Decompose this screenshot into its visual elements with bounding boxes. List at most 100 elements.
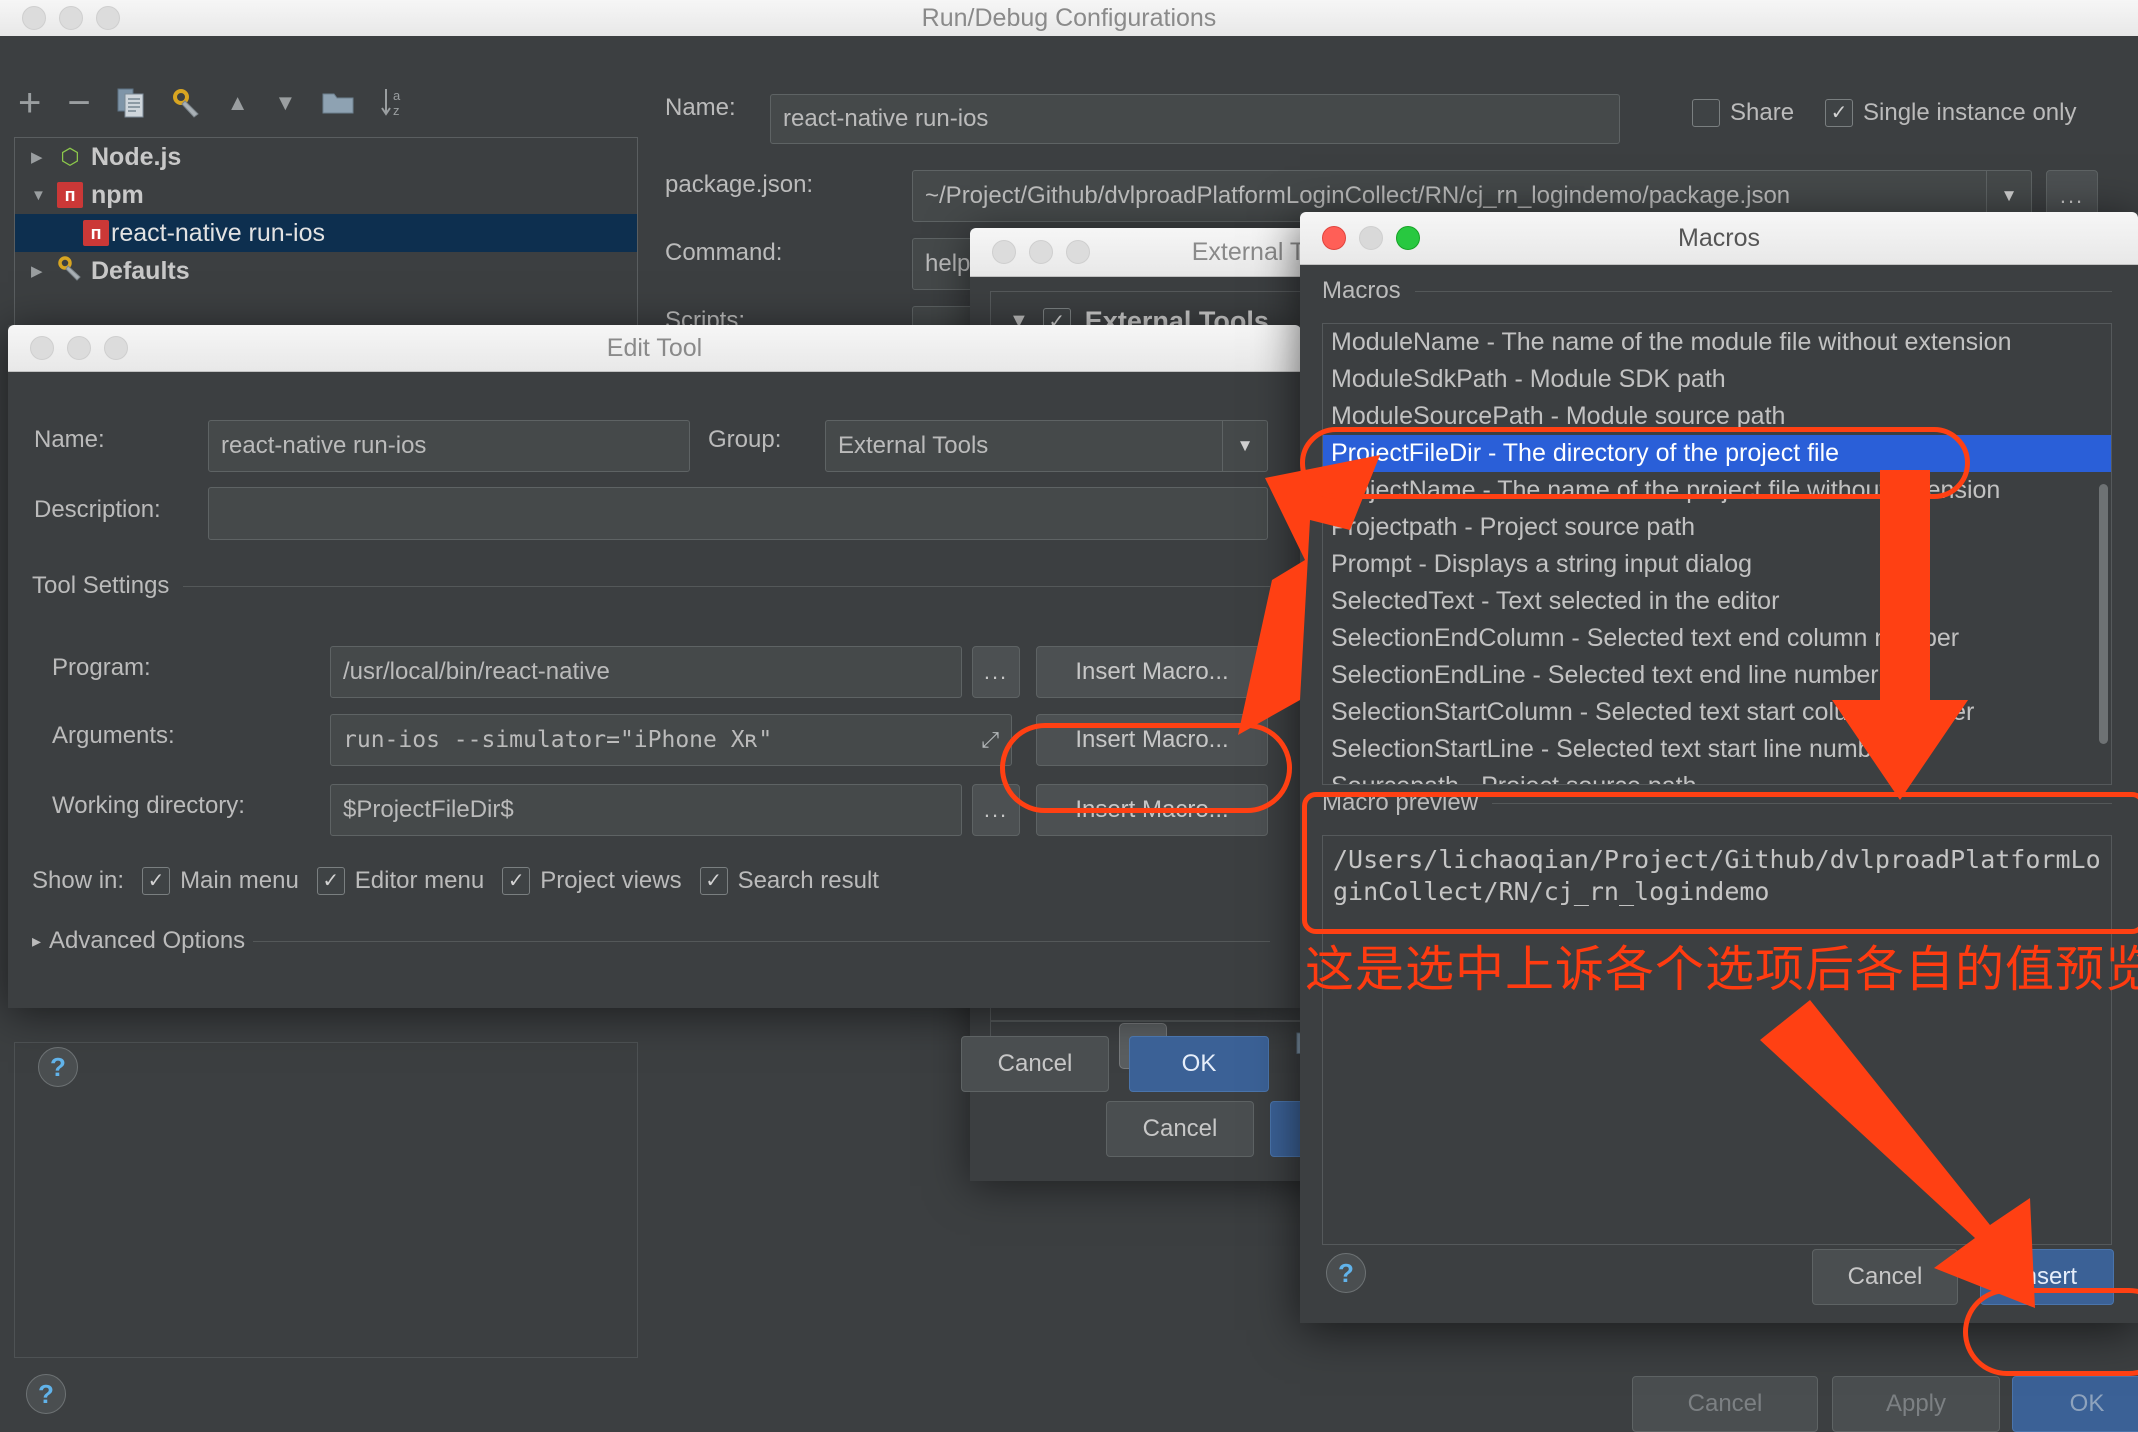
list-item[interactable]: SelectionEndLine - Selected text end lin… xyxy=(1323,657,2111,694)
edit-tool-group-combo[interactable]: External Tools ▼ xyxy=(825,420,1268,472)
maximize-icon[interactable] xyxy=(1396,226,1420,250)
checkbox-box[interactable]: ✓ xyxy=(1825,99,1853,127)
help-button[interactable]: ? xyxy=(26,1374,66,1414)
checkbox-box[interactable]: ✓ xyxy=(142,867,171,895)
sort-alphabetically-icon[interactable]: az xyxy=(380,87,410,119)
annotation-note-text: 这是选中上诉各个选项后各自的值预览 xyxy=(1305,941,2138,998)
chevron-down-icon[interactable]: ▼ xyxy=(31,187,49,204)
macros-list-scrollbar[interactable] xyxy=(2099,484,2108,744)
annotation-circle-projectfiledir xyxy=(1300,427,1970,499)
window-traffic-lights[interactable] xyxy=(8,336,128,360)
program-browse-button[interactable]: ... xyxy=(972,646,1020,698)
packagejson-label: package.json: xyxy=(665,171,814,198)
show-in-option-label: Main menu xyxy=(180,867,299,894)
section-divider xyxy=(1414,290,2112,292)
add-icon[interactable]: + xyxy=(18,81,41,126)
annotation-circle-insert-macro xyxy=(1000,723,1292,813)
checkbox-box[interactable]: ✓ xyxy=(699,867,728,895)
tree-item-npm[interactable]: ▼ п npm xyxy=(15,176,637,214)
edit-templates-icon[interactable] xyxy=(171,88,201,118)
edit-tool-cancel-button[interactable]: Cancel xyxy=(961,1036,1109,1092)
minimize-icon[interactable] xyxy=(67,336,91,360)
list-item[interactable]: SelectionStartColumn - Selected text sta… xyxy=(1323,694,2111,731)
cancel-button[interactable]: Cancel xyxy=(1632,1376,1818,1432)
list-item[interactable]: Prompt - Displays a string input dialog xyxy=(1323,546,2111,583)
packagejson-input[interactable]: ~/Project/Github/dvlproadPlatformLoginCo… xyxy=(913,182,1986,210)
svg-text:z: z xyxy=(393,103,400,118)
edit-tool-help-button[interactable]: ? xyxy=(38,1047,78,1087)
macros-list[interactable]: ModuleName - The name of the module file… xyxy=(1322,323,2112,785)
external-tools-cancel-button[interactable]: Cancel xyxy=(1106,1101,1254,1157)
checkbox-box[interactable]: ✓ xyxy=(316,867,345,895)
move-down-icon[interactable]: ▼ xyxy=(275,90,297,116)
edit-tool-group-label: Group: xyxy=(708,426,782,453)
list-item[interactable]: ModuleName - The name of the module file… xyxy=(1323,324,2111,361)
minimize-icon[interactable] xyxy=(59,6,83,30)
remove-icon[interactable]: − xyxy=(67,81,90,126)
tree-item-nodejs[interactable]: ▶ ⬡ Node.js xyxy=(15,138,637,176)
list-item[interactable]: SelectionStartLine - Selected text start… xyxy=(1323,731,2111,768)
close-icon[interactable] xyxy=(22,6,46,30)
program-insert-macro-button[interactable]: Insert Macro... xyxy=(1036,646,1268,698)
edit-tool-group-value[interactable]: External Tools xyxy=(826,432,1222,460)
page-title: Run/Debug Configurations xyxy=(921,3,1217,32)
arguments-input[interactable]: run-ios --simulator="iPhone Xʀ" ⤢ xyxy=(330,714,1012,766)
chevron-right-icon[interactable]: ▸ xyxy=(32,931,41,952)
name-input[interactable]: react-native run-ios xyxy=(770,94,1620,144)
window-traffic-lights[interactable] xyxy=(970,240,1090,264)
edit-tool-description-label: Description: xyxy=(34,496,161,523)
show-in-search-result-checkbox[interactable]: ✓ Search result xyxy=(699,867,879,895)
close-icon[interactable] xyxy=(1322,226,1346,250)
close-icon[interactable] xyxy=(992,240,1016,264)
show-in-editor-menu-checkbox[interactable]: ✓ Editor menu xyxy=(316,867,484,895)
macros-help-button[interactable]: ? xyxy=(1326,1253,1366,1293)
checkbox-box[interactable] xyxy=(1692,99,1720,127)
list-item[interactable]: SelectedText - Text selected in the edit… xyxy=(1323,583,2111,620)
working-directory-input[interactable]: $ProjectFileDir$ xyxy=(330,784,962,836)
arguments-value: run-ios --simulator="iPhone Xʀ" xyxy=(343,727,773,753)
chevron-right-icon[interactable]: ▶ xyxy=(31,262,49,280)
edit-tool-description-input[interactable] xyxy=(208,487,1268,540)
minimize-icon[interactable] xyxy=(1359,226,1383,250)
show-in-main-menu-checkbox[interactable]: ✓ Main menu xyxy=(142,867,299,895)
edit-tool-dialog: Edit Tool Name: react-native run-ios Gro… xyxy=(8,325,1301,1092)
program-input[interactable]: /usr/local/bin/react-native xyxy=(330,646,962,698)
list-item[interactable]: SelectionEndColumn - Selected text end c… xyxy=(1323,620,2111,657)
tree-item-label: Node.js xyxy=(91,142,182,171)
list-item[interactable]: Sourcepath - Project source path xyxy=(1323,768,2111,784)
move-up-icon[interactable]: ▲ xyxy=(227,90,249,116)
apply-button[interactable]: Apply xyxy=(1832,1376,2000,1432)
list-item[interactable]: ModuleSdkPath - Module SDK path xyxy=(1323,361,2111,398)
minimize-icon[interactable] xyxy=(1029,240,1053,264)
edit-tool-name-input[interactable]: react-native run-ios xyxy=(208,420,690,472)
maximize-icon[interactable] xyxy=(96,6,120,30)
config-toolbar[interactable]: + − ▲ ▼ az xyxy=(18,78,438,128)
share-checkbox[interactable]: Share xyxy=(1692,99,1794,127)
configurations-tree-lower-panel xyxy=(14,1042,638,1358)
show-in-option-label: Search result xyxy=(737,867,879,894)
list-item[interactable]: Projectpath - Project source path xyxy=(1323,509,2111,546)
show-in-project-views-checkbox[interactable]: ✓ Project views xyxy=(502,867,682,895)
tree-item-react-native-run-ios[interactable]: п react-native run-ios xyxy=(15,214,637,252)
macros-cancel-button[interactable]: Cancel xyxy=(1812,1249,1958,1305)
checkbox-box[interactable]: ✓ xyxy=(502,867,531,895)
window-traffic-lights[interactable] xyxy=(0,6,120,30)
maximize-icon[interactable] xyxy=(1066,240,1090,264)
window-traffic-lights[interactable] xyxy=(1300,226,1420,250)
annotation-box-macro-preview xyxy=(1302,792,2138,934)
advanced-options-section[interactable]: ▸ Advanced Options xyxy=(32,927,1270,955)
tree-item-defaults[interactable]: ▶ Defaults xyxy=(15,252,637,290)
copy-icon[interactable] xyxy=(117,88,145,118)
edit-tool-ok-button[interactable]: OK xyxy=(1129,1036,1269,1092)
close-icon[interactable] xyxy=(30,336,54,360)
chevron-right-icon[interactable]: ▶ xyxy=(31,148,49,166)
main-window-title-bar: Run/Debug Configurations xyxy=(0,0,2138,37)
maximize-icon[interactable] xyxy=(104,336,128,360)
chevron-down-icon[interactable]: ▼ xyxy=(1222,421,1267,471)
ok-button[interactable]: OK xyxy=(2012,1376,2138,1432)
folder-icon[interactable] xyxy=(322,90,354,116)
single-instance-checkbox[interactable]: ✓ Single instance only xyxy=(1825,99,2076,127)
macros-dialog: Macros Macros ModuleName - The name of t… xyxy=(1300,212,2138,1323)
npm-icon: п xyxy=(57,182,83,208)
expand-arrow-icon[interactable]: ⤢ xyxy=(981,728,999,753)
